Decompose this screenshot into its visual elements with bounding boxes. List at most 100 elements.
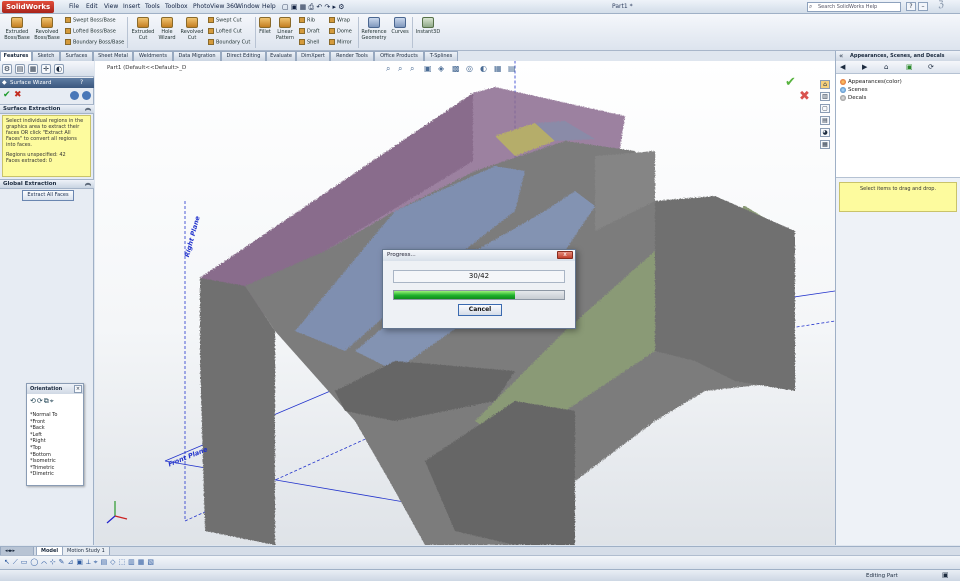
tab-data-migration[interactable]: Data Migration (173, 51, 221, 61)
extract-all-faces-button[interactable]: Extract All Faces (22, 190, 74, 201)
design-library-icon[interactable]: ▥ (820, 92, 830, 101)
refresh-icon[interactable]: ⟳ (928, 63, 934, 71)
menu-tools[interactable]: Tools (145, 2, 160, 12)
view-trimetric[interactable]: *Trimetric (30, 465, 57, 472)
instant3d-button[interactable]: Instant3D (414, 17, 442, 35)
menu-edit[interactable]: Edit (86, 2, 98, 12)
zoom-area-icon[interactable]: ⌕ (398, 64, 402, 74)
menu-view[interactable]: View (104, 2, 118, 12)
view-orientation-icon[interactable]: ◈ (438, 64, 444, 73)
cancel-x-icon[interactable]: ✖ (14, 90, 22, 100)
dome-button[interactable]: Dome (329, 28, 352, 35)
view-palette-icon[interactable]: ▤ (820, 116, 830, 125)
swept-cut-button[interactable]: Swept Cut (208, 17, 242, 24)
view-isometric[interactable]: *Isometric (30, 458, 57, 465)
view-bottom[interactable]: *Bottom (30, 452, 57, 459)
tab-surfaces[interactable]: Surfaces (60, 51, 93, 61)
help-search-input[interactable]: Search SolidWorks Help ⌕ (807, 2, 901, 12)
confirm-check-icon[interactable]: ✔ (785, 75, 796, 90)
surface-extraction-header[interactable]: Surface Extraction ︽ (0, 104, 94, 114)
previous-view-icon[interactable]: ⌕ (410, 64, 414, 74)
collapse-pane-icon[interactable]: « (839, 51, 843, 61)
menu-toolbox[interactable]: Toolbox (165, 2, 188, 12)
close-icon[interactable]: x (557, 251, 573, 259)
orientation-tools[interactable]: ⟲⟳⧉⌖ (30, 397, 55, 406)
wrap-button[interactable]: Wrap (329, 17, 350, 24)
revolved-boss-button[interactable]: Revolved Boss/Base (33, 17, 61, 41)
view-right[interactable]: *Right (30, 438, 57, 445)
reference-geometry-button[interactable]: Reference Geometry (360, 17, 388, 41)
tree-item-scenes[interactable]: Scenes (840, 86, 868, 94)
global-extraction-header[interactable]: Global Extraction ︽ (0, 179, 94, 189)
configuration-manager-icon[interactable]: ▦ (28, 64, 38, 74)
back-icon[interactable] (70, 91, 79, 100)
edit-appearance-icon[interactable]: ◐ (480, 64, 487, 73)
zoom-fit-icon[interactable]: ⌕ (386, 64, 390, 74)
tab-t-splines[interactable]: T-Splines (424, 51, 458, 61)
tab-dimxpert[interactable]: DimXpert (296, 51, 330, 61)
apply-scene-icon[interactable]: ▦ (494, 64, 502, 73)
property-manager-icon[interactable]: ▤ (15, 64, 25, 74)
fillet-button[interactable]: Fillet (257, 17, 273, 35)
view-dimetric[interactable]: *Dimetric (30, 471, 57, 478)
sketch-tools-icons[interactable]: ↖⟋▭◯⌒⊹✎⊿▣⟂⌖▤◇⬚▥▦▧ (4, 558, 157, 567)
help-icon[interactable]: ? (80, 79, 83, 86)
extruded-cut-button[interactable]: Extruded Cut (130, 17, 156, 41)
view-back[interactable]: *Back (30, 425, 57, 432)
revolved-cut-button[interactable]: Revolved Cut (179, 17, 205, 41)
tab-render-tools[interactable]: Render Tools (330, 51, 374, 61)
status-icon[interactable]: ▣ (942, 571, 949, 579)
cancel-button[interactable]: Cancel (458, 304, 502, 316)
lofted-boss-button[interactable]: Lofted Boss/Base (65, 28, 116, 35)
tree-item-decals[interactable]: Decals (840, 94, 866, 102)
draft-button[interactable]: Draft (299, 28, 320, 35)
tab-sheet-metal[interactable]: Sheet Metal (93, 51, 133, 61)
forward-icon[interactable] (82, 91, 91, 100)
solidworks-logo[interactable]: SolidWorks (2, 1, 55, 13)
appearances-icon[interactable]: ◕ (820, 128, 830, 137)
extruded-boss-button[interactable]: Extruded Boss/Base (3, 17, 31, 41)
back-icon[interactable]: ◀ (840, 63, 845, 71)
menu-window[interactable]: Window (236, 2, 260, 12)
view-settings-icon[interactable]: ▤ (508, 64, 516, 73)
view-left[interactable]: *Left (30, 432, 57, 439)
view-top[interactable]: *Top (30, 445, 57, 452)
home-icon[interactable]: ⌂ (884, 63, 888, 71)
view-normal-to[interactable]: *Normal To (30, 412, 57, 419)
feature-manager-icon[interactable]: ⚙ (2, 64, 12, 74)
tab-features[interactable]: Features (0, 51, 32, 61)
shell-button[interactable]: Shell (299, 39, 319, 46)
display-style-icon[interactable]: ▩ (452, 64, 460, 73)
display-manager-icon[interactable]: ◐ (54, 64, 64, 74)
file-explorer-icon[interactable]: ▢ (820, 104, 830, 113)
menu-insert[interactable]: Insert (123, 2, 140, 12)
menu-file[interactable]: File (69, 2, 79, 12)
tab-weldments[interactable]: Weldments (133, 51, 173, 61)
confirm-cancel-icon[interactable]: ✖ (799, 89, 810, 104)
hole-wizard-button[interactable]: Hole Wizard (156, 17, 178, 41)
resources-icon[interactable]: ⌂ (820, 80, 830, 89)
lofted-cut-button[interactable]: Lofted Cut (208, 28, 242, 35)
add-icon[interactable]: ▣ (906, 63, 913, 71)
section-view-icon[interactable]: ▣ (424, 64, 432, 73)
tree-item-appearances[interactable]: Appearances(color) (840, 78, 902, 86)
forward-icon[interactable]: ▶ (862, 63, 867, 71)
view-front[interactable]: *Front (30, 419, 57, 426)
tab-office-products[interactable]: Office Products (374, 51, 424, 61)
help-icon[interactable]: ? (906, 2, 916, 11)
boundary-boss-button[interactable]: Boundary Boss/Base (65, 39, 124, 46)
close-icon[interactable]: × (74, 385, 82, 393)
menu-photoview[interactable]: PhotoView 360 (193, 2, 238, 12)
ok-check-icon[interactable]: ✔ (3, 90, 11, 100)
hide-show-icon[interactable]: ◎ (466, 64, 473, 73)
dimxpert-manager-icon[interactable]: ✛ (41, 64, 51, 74)
curves-button[interactable]: Curves (390, 17, 410, 35)
mirror-button[interactable]: Mirror (329, 39, 352, 46)
quick-access-icons[interactable]: ▢ ▣ ▦ ⎙ ↶ ↷ ▸ ⚙ (282, 2, 345, 12)
custom-properties-icon[interactable]: ▦ (820, 140, 830, 149)
tab-sketch[interactable]: Sketch (32, 51, 60, 61)
tab-evaluate[interactable]: Evaluate (266, 51, 296, 61)
minimize-icon[interactable]: – (918, 2, 928, 11)
swept-boss-button[interactable]: Swept Boss/Base (65, 17, 116, 24)
linear-pattern-button[interactable]: Linear Pattern (274, 17, 296, 41)
